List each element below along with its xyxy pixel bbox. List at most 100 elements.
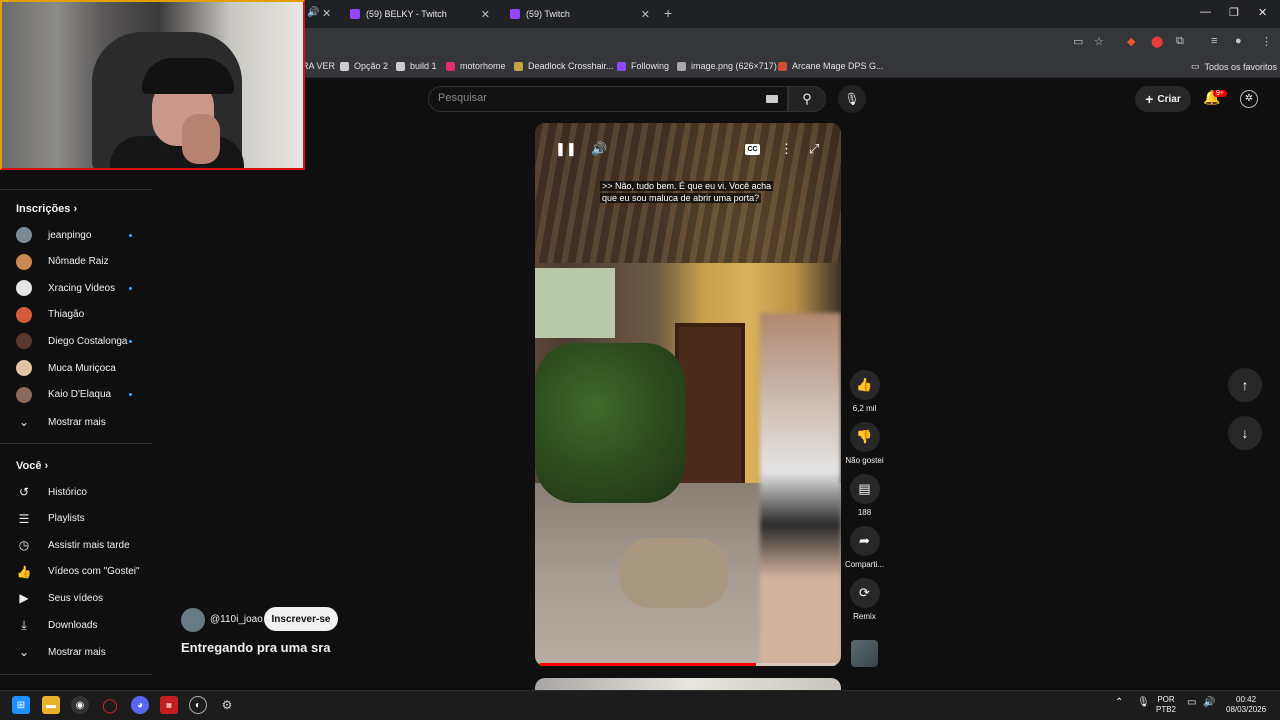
subscriptions-heading[interactable]: Inscrições › bbox=[16, 203, 77, 215]
chrome-icon[interactable]: ◉ bbox=[71, 696, 89, 714]
microphone-tray-icon[interactable]: 🎙 bbox=[1137, 698, 1150, 708]
captions-button[interactable]: CC bbox=[745, 144, 760, 155]
tab-close-icon[interactable]: ✕ bbox=[641, 8, 650, 21]
twitch-icon bbox=[617, 61, 626, 71]
bookmark-favicon bbox=[778, 61, 787, 71]
tray-chevron-up-icon[interactable]: ⌃ bbox=[1115, 698, 1123, 708]
subscription-item[interactable]: Nômade Raiz bbox=[0, 249, 152, 275]
more-options-icon[interactable]: ⋮ bbox=[780, 141, 793, 157]
all-bookmarks[interactable]: ▭ Todos os favoritos bbox=[1191, 61, 1277, 72]
avatar bbox=[16, 280, 32, 297]
divider bbox=[0, 674, 152, 675]
adblock-icon[interactable]: ⬤ bbox=[1151, 35, 1163, 48]
obs-icon[interactable]: ◐ bbox=[189, 696, 207, 714]
like-button[interactable]: 👍 6,2 mil bbox=[849, 370, 880, 413]
thumbs-up-icon: 👍 bbox=[849, 370, 880, 400]
show-more-subscriptions[interactable]: ⌄ Mostrar mais bbox=[0, 409, 152, 435]
extension-fox-icon[interactable]: ◆ bbox=[1127, 35, 1135, 48]
fullscreen-icon[interactable]: ⤢ bbox=[809, 141, 819, 157]
volume-icon[interactable]: 🔊 bbox=[591, 141, 607, 157]
you-item[interactable]: ⤓ Downloads bbox=[0, 612, 152, 638]
you-item[interactable]: ☰ Playlists bbox=[0, 506, 152, 532]
bookmark-item[interactable]: Opção 2 bbox=[340, 61, 388, 71]
arrow-up-icon: ↑ bbox=[1241, 377, 1249, 393]
volume-tray-icon[interactable]: 🔊 bbox=[1203, 698, 1215, 708]
bookmark-item[interactable]: RA VER bbox=[302, 61, 335, 71]
previous-short-button[interactable]: ↑ bbox=[1228, 368, 1262, 402]
windows-start-icon[interactable]: ⊞ bbox=[12, 696, 30, 714]
bookmark-star-icon[interactable]: ☆ bbox=[1094, 35, 1104, 48]
new-tab-icon[interactable]: + bbox=[664, 5, 672, 21]
bookmark-item[interactable]: build 1 bbox=[396, 61, 437, 71]
subscription-item[interactable]: Xracing Videos bbox=[0, 275, 152, 301]
minimize-icon[interactable]: — bbox=[1200, 6, 1211, 18]
tab-close-icon[interactable]: ✕ bbox=[481, 8, 490, 21]
subscription-item[interactable]: Muca Muriçoca bbox=[0, 355, 152, 381]
liked-icon: 👍 bbox=[16, 564, 32, 579]
channel-avatar[interactable] bbox=[181, 608, 205, 632]
steam-icon[interactable]: ⚙ bbox=[218, 696, 236, 714]
share-button[interactable]: ➦ Comparti... bbox=[845, 526, 884, 569]
comments-button[interactable]: ▤ 188 bbox=[849, 474, 880, 517]
dislike-button[interactable]: 👎 Não gostei bbox=[845, 422, 884, 465]
webcam-person-hand bbox=[182, 114, 220, 164]
video-scene-plants bbox=[535, 343, 685, 503]
media-controls-icon[interactable]: ≡ bbox=[1211, 35, 1217, 47]
avatar bbox=[16, 253, 32, 270]
notion-app-icon[interactable]: ▦ bbox=[160, 696, 178, 714]
browser-tab[interactable]: (59) BELKY - Twitch ✕ bbox=[340, 0, 498, 28]
avatar[interactable]: ✲ bbox=[1240, 90, 1258, 108]
short-video-player[interactable] bbox=[535, 123, 841, 666]
subscription-item[interactable]: jeanpingo bbox=[0, 222, 152, 248]
bookmark-item[interactable]: Deadlock Crosshair... bbox=[514, 61, 614, 71]
you-heading[interactable]: Você › bbox=[16, 460, 48, 472]
divider bbox=[0, 443, 152, 444]
you-item[interactable]: 👍 Vídeos com "Gostei" bbox=[0, 559, 152, 585]
browser-tab[interactable]: (59) Twitch ✕ bbox=[500, 0, 658, 28]
keyboard-language[interactable]: POR PTB2 bbox=[1156, 695, 1176, 715]
menu-dots-icon[interactable]: ⋮ bbox=[1261, 35, 1272, 48]
dislike-label: Não gostei bbox=[845, 456, 884, 465]
window-close-icon[interactable]: ✕ bbox=[1258, 6, 1267, 19]
keyboard-icon[interactable] bbox=[766, 95, 778, 103]
bookmark-item[interactable]: motorhome bbox=[446, 61, 506, 71]
bookmark-item[interactable]: Arcane Mage DPS G... bbox=[778, 61, 884, 71]
subscription-item[interactable]: Kaio D'Elaqua bbox=[0, 382, 152, 408]
subscription-name: Nômade Raiz bbox=[48, 256, 109, 268]
file-explorer-icon[interactable]: ▬ bbox=[42, 696, 60, 714]
tab-audio-icon[interactable]: 🔊 bbox=[307, 7, 319, 18]
extensions-icon[interactable]: ⧉ bbox=[1176, 35, 1184, 48]
bookmark-item[interactable]: image.png (626×717) bbox=[677, 61, 777, 71]
you-item[interactable]: ◷ Assistir mais tarde bbox=[0, 532, 152, 558]
profile-icon[interactable]: ● bbox=[1235, 35, 1242, 47]
you-item[interactable]: ↺ Histórico bbox=[0, 479, 152, 505]
show-more-you[interactable]: ⌄ Mostrar mais bbox=[0, 639, 152, 665]
voice-search-button[interactable]: 🎙 bbox=[838, 85, 866, 113]
tab-close-icon[interactable]: ✕ bbox=[322, 7, 331, 20]
bookmark-item[interactable]: Following bbox=[617, 61, 669, 71]
search-button[interactable]: ⚲ bbox=[788, 86, 826, 112]
new-content-dot bbox=[129, 233, 132, 237]
search-input[interactable]: Pesquisar bbox=[438, 92, 487, 104]
subscription-item[interactable]: Thiagão bbox=[0, 302, 152, 328]
next-short-preview[interactable] bbox=[535, 678, 841, 690]
video-caption: >> Não, tudo bem. É que eu vi. Você acha… bbox=[600, 181, 774, 203]
subscription-item[interactable]: Diego Costalonga bbox=[0, 328, 152, 354]
you-item[interactable]: ▶ Seus vídeos bbox=[0, 585, 152, 611]
sound-thumbnail[interactable] bbox=[851, 640, 878, 667]
discord-icon[interactable]: ◕ bbox=[131, 696, 149, 714]
clock[interactable]: 00:42 08/03/2026 bbox=[1226, 695, 1266, 715]
your-videos-icon: ▶ bbox=[19, 591, 29, 606]
subscribe-button[interactable]: Inscrever-se bbox=[264, 607, 338, 631]
pause-icon[interactable]: ❚❚ bbox=[555, 141, 577, 157]
remix-button[interactable]: ⟳ Remix bbox=[849, 578, 880, 621]
cast-icon[interactable]: ▭ bbox=[1073, 35, 1083, 48]
create-button[interactable]: + Criar bbox=[1135, 86, 1191, 112]
restore-icon[interactable]: ❐ bbox=[1229, 6, 1239, 19]
opera-icon[interactable]: ◯ bbox=[101, 696, 119, 714]
channel-name[interactable]: @110i_joao bbox=[210, 614, 263, 625]
plus-icon: + bbox=[1145, 91, 1154, 107]
display-tray-icon[interactable]: ▭ bbox=[1187, 698, 1196, 708]
next-short-button[interactable]: ↓ bbox=[1228, 416, 1262, 450]
video-progress-bar[interactable] bbox=[540, 663, 836, 666]
